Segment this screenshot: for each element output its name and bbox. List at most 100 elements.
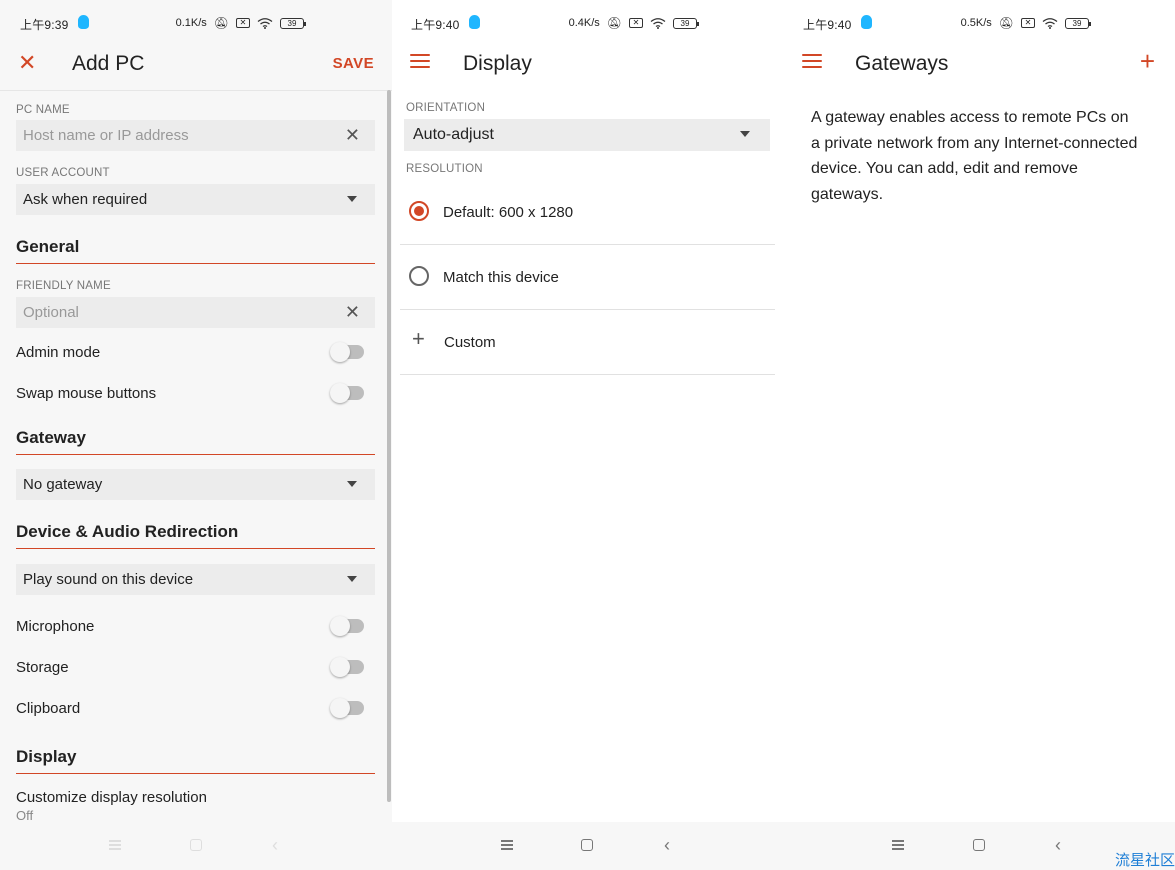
resolution-option-match[interactable]: Match this device	[400, 245, 775, 310]
user-account-value: Ask when required	[23, 191, 148, 208]
battery-icon: 39	[280, 17, 306, 29]
status-bar: 上午9:39 0.1K/s 🔕︎ ✕ 39	[0, 0, 392, 44]
mute-bell-icon: 🔕︎	[998, 16, 1014, 30]
orientation-value: Auto-adjust	[413, 126, 494, 143]
status-indicators: 0.1K/s 🔕︎ ✕ 39	[175, 16, 306, 30]
sound-value: Play sound on this device	[23, 571, 194, 588]
battery-icon: 39	[673, 17, 699, 29]
section-gateway: Gateway	[16, 428, 375, 455]
customize-resolution-label: Customize display resolution	[16, 789, 207, 806]
home-icon[interactable]	[190, 839, 202, 851]
recent-apps-icon[interactable]	[892, 840, 904, 850]
pc-name-placeholder: Host name or IP address	[23, 127, 189, 144]
dropdown-arrow-icon	[347, 481, 357, 487]
close-icon[interactable]: ✕	[18, 52, 36, 74]
menu-icon[interactable]	[410, 54, 430, 70]
back-icon[interactable]: ‹	[272, 836, 278, 854]
display-screen: 上午9:40 0.4K/s 🔕︎ ✕ 39 Display ORIENTATIO…	[392, 0, 784, 870]
page-title: Gateways	[855, 52, 949, 75]
sim-error-icon: ✕	[236, 18, 250, 28]
section-display: Display	[16, 747, 375, 774]
status-indicators: 0.5K/s 🔕︎ ✕ 39	[960, 16, 1091, 30]
status-time: 上午9:40	[411, 18, 460, 32]
qq-notification-icon	[469, 15, 480, 29]
page-title: Display	[463, 52, 532, 75]
section-general: General	[16, 237, 375, 264]
app-bar: Gateways +	[784, 44, 1175, 90]
resolution-option-custom[interactable]: + Custom	[400, 310, 775, 375]
customize-resolution-row[interactable]: Customize display resolution Off	[16, 789, 376, 821]
network-speed: 0.4K/s	[568, 17, 600, 29]
recent-apps-icon[interactable]	[501, 840, 513, 850]
home-icon[interactable]	[581, 839, 593, 851]
sound-dropdown[interactable]: Play sound on this device	[16, 564, 375, 595]
clear-icon[interactable]: ✕	[345, 126, 360, 144]
page-title: Add PC	[72, 52, 145, 75]
section-redirection: Device & Audio Redirection	[16, 522, 375, 549]
status-time: 上午9:39	[20, 18, 69, 32]
microphone-label: Microphone	[16, 618, 95, 635]
dropdown-arrow-icon	[347, 576, 357, 582]
wifi-icon	[650, 17, 666, 29]
friendly-name-label: FRIENDLY NAME	[16, 280, 111, 292]
swap-mouse-label: Swap mouse buttons	[16, 385, 157, 402]
app-bar: ✕ Add PC SAVE	[0, 44, 392, 90]
mute-bell-icon: 🔕︎	[606, 16, 622, 30]
save-button[interactable]: SAVE	[333, 55, 374, 72]
storage-row: Storage	[16, 657, 375, 679]
admin-mode-label: Admin mode	[16, 344, 101, 361]
orientation-dropdown[interactable]: Auto-adjust	[404, 119, 770, 151]
friendly-name-input[interactable]: Optional ✕	[16, 297, 375, 328]
orientation-label: ORIENTATION	[406, 102, 486, 114]
status-time: 上午9:40	[803, 18, 852, 32]
back-icon[interactable]: ‹	[1055, 836, 1061, 854]
option-label: Match this device	[443, 269, 559, 286]
microphone-toggle[interactable]	[330, 616, 364, 636]
admin-mode-row: Admin mode	[16, 342, 375, 364]
microphone-row: Microphone	[16, 616, 375, 638]
swap-mouse-row: Swap mouse buttons	[16, 383, 375, 405]
add-icon: +	[412, 326, 425, 351]
user-account-dropdown[interactable]: Ask when required	[16, 184, 375, 215]
status-indicators: 0.4K/s 🔕︎ ✕ 39	[568, 16, 699, 30]
gateway-dropdown[interactable]: No gateway	[16, 469, 375, 500]
option-label: Default: 600 x 1280	[443, 204, 574, 221]
mute-bell-icon: 🔕︎	[213, 16, 229, 30]
network-speed: 0.5K/s	[960, 17, 992, 29]
pc-name-input[interactable]: Host name or IP address ✕	[16, 120, 375, 151]
home-icon[interactable]	[973, 839, 985, 851]
gateways-screen: 上午9:40 0.5K/s 🔕︎ ✕ 39 Gateways + A gatew…	[784, 0, 1175, 870]
status-bar: 上午9:40 0.5K/s 🔕︎ ✕ 39	[784, 0, 1175, 44]
customize-resolution-value: Off	[16, 808, 34, 821]
gateways-description: A gateway enables access to remote PCs o…	[811, 109, 1138, 203]
clear-icon[interactable]: ✕	[345, 303, 360, 321]
clipboard-label: Clipboard	[16, 700, 81, 717]
app-bar-divider	[0, 90, 392, 91]
clipboard-toggle[interactable]	[330, 698, 364, 718]
resolution-label: RESOLUTION	[406, 163, 483, 175]
system-nav-bar: ‹	[0, 822, 392, 870]
network-speed: 0.1K/s	[175, 17, 207, 29]
battery-icon: 39	[1065, 17, 1091, 29]
storage-label: Storage	[16, 659, 69, 676]
pc-name-label: PC NAME	[16, 104, 70, 116]
recent-apps-icon[interactable]	[109, 840, 121, 850]
admin-mode-toggle[interactable]	[330, 342, 364, 362]
sim-error-icon: ✕	[629, 18, 643, 28]
qq-notification-icon	[861, 15, 872, 29]
swap-mouse-toggle[interactable]	[330, 383, 364, 403]
user-account-label: USER ACCOUNT	[16, 167, 110, 179]
app-bar: Display	[392, 44, 784, 90]
clipboard-row: Clipboard	[16, 698, 375, 720]
back-icon[interactable]: ‹	[664, 836, 670, 854]
scrollbar[interactable]	[387, 90, 391, 802]
resolution-option-default[interactable]: Default: 600 x 1280	[400, 180, 775, 245]
wifi-icon	[1042, 17, 1058, 29]
storage-toggle[interactable]	[330, 657, 364, 677]
system-nav-bar: ‹	[392, 822, 784, 870]
status-bar: 上午9:40 0.4K/s 🔕︎ ✕ 39	[392, 0, 784, 44]
radio-selected-icon	[409, 201, 429, 221]
add-gateway-icon[interactable]: +	[1140, 48, 1155, 74]
qq-notification-icon	[78, 15, 89, 29]
menu-icon[interactable]	[802, 54, 822, 70]
